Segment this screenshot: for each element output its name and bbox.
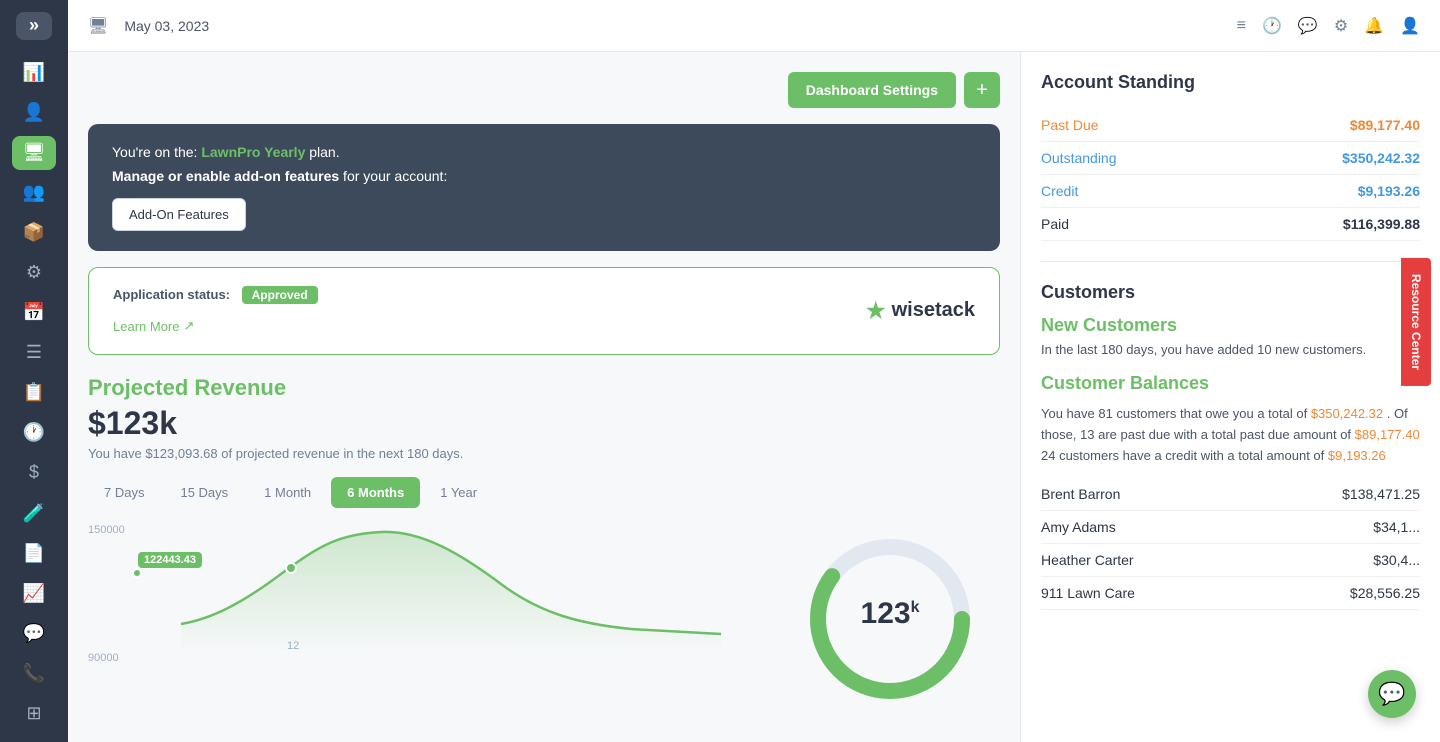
status-card: Application status: Approved Learn More … — [88, 267, 1000, 355]
chart-y-labels: 150000 90000 — [88, 524, 125, 664]
user-icon[interactable]: 👤 — [1400, 16, 1420, 36]
sidebar-item-dashboard[interactable]: 🖥 — [12, 136, 56, 170]
revenue-title: Projected Revenue — [88, 375, 1000, 401]
clock-icon[interactable]: 🕐 — [1262, 16, 1282, 36]
balance-credit: $9,193.26 — [1328, 448, 1386, 463]
section-divider-1 — [1041, 261, 1420, 262]
new-customers-title: New Customers — [1041, 315, 1420, 336]
topbar-date: May 03, 2023 — [124, 18, 209, 34]
sidebar-item-chart[interactable]: 📈 — [12, 576, 56, 610]
plan-text: You're on the: LawnPro Yearly plan. — [112, 144, 976, 160]
left-panel: Dashboard Settings + You're on the: Lawn… — [68, 52, 1020, 742]
gear-icon[interactable]: ⚙ — [1334, 16, 1348, 36]
balance-total: $350,242.32 — [1311, 406, 1383, 421]
balance-past-due: $89,177.40 — [1355, 427, 1420, 442]
main-wrapper: 🖥 May 03, 2023 ≡ 🕐 💬 ⚙ 🔔 👤 Dashboard Set… — [68, 0, 1440, 742]
donut-center-text: 123k — [861, 597, 920, 631]
manage-text: Manage or enable add-on features for you… — [112, 168, 976, 184]
sidebar-item-flask[interactable]: 🧪 — [12, 496, 56, 530]
credit-label: Credit — [1041, 183, 1078, 199]
sidebar-item-settings[interactable]: ⚙ — [12, 256, 56, 290]
tab-6months[interactable]: 6 Months — [331, 477, 420, 508]
sidebar-item-grid[interactable]: ⊞ — [12, 696, 56, 730]
account-row-paid: Paid $116,399.88 — [1041, 208, 1420, 241]
sidebar-item-messages[interactable]: 💬 — [12, 616, 56, 650]
addon-features-button[interactable]: Add-On Features — [112, 198, 246, 231]
sidebar-logo[interactable]: » — [16, 12, 52, 40]
status-badge: Approved — [242, 286, 318, 304]
new-customers-desc: In the last 180 days, you have added 10 … — [1041, 342, 1420, 357]
time-tabs: 7 Days 15 Days 1 Month 6 Months 1 Year — [88, 477, 1000, 508]
notification-icon[interactable]: 🔔 — [1364, 16, 1384, 36]
credit-value: $9,193.26 — [1358, 183, 1420, 199]
sidebar: » 📊 👤 🖥 👥 📦 ⚙ 📅 ☰ 📋 🕐 $ 🧪 📄 📈 💬 📞 ⊞ — [0, 0, 68, 742]
wisetack-logo: ★ wisetack — [866, 298, 975, 324]
paid-label: Paid — [1041, 216, 1069, 232]
customer-balances-title: Customer Balances — [1041, 373, 1420, 394]
dashboard-header: Dashboard Settings + — [88, 72, 1000, 108]
sidebar-item-history[interactable]: 🕐 — [12, 416, 56, 450]
chat-fab-icon: 💬 — [1378, 681, 1405, 707]
tab-15days[interactable]: 15 Days — [164, 477, 244, 508]
sidebar-item-analytics[interactable]: 📊 — [12, 56, 56, 90]
chart-left: 150000 90000 122443.43 — [88, 524, 764, 684]
sidebar-item-team[interactable]: 👥 — [12, 176, 56, 210]
topbar-icons: ≡ 🕐 💬 ⚙ 🔔 👤 — [1237, 16, 1420, 36]
svg-text:12: 12 — [287, 640, 299, 652]
chat-fab[interactable]: 💬 — [1368, 670, 1416, 718]
account-standing-rows: Past Due $89,177.40 Outstanding $350,242… — [1041, 109, 1420, 241]
sidebar-item-report[interactable]: 📄 — [12, 536, 56, 570]
sidebar-item-clipboard[interactable]: 📋 — [12, 376, 56, 410]
sidebar-item-phone[interactable]: 📞 — [12, 656, 56, 690]
status-label: Application status: Approved — [113, 286, 318, 304]
revenue-amount: $123k — [88, 405, 1000, 442]
customer-row-2: Amy Adams $34,1... — [1041, 511, 1420, 544]
outstanding-value: $350,242.32 — [1342, 150, 1420, 166]
sidebar-item-list[interactable]: ☰ — [12, 336, 56, 370]
donut-chart: 123k — [780, 524, 1000, 704]
tab-7days[interactable]: 7 Days — [88, 477, 160, 508]
status-left: Application status: Approved Learn More … — [113, 286, 318, 336]
account-row-credit: Credit $9,193.26 — [1041, 175, 1420, 208]
revenue-desc: You have $123,093.68 of projected revenu… — [88, 446, 1000, 461]
account-standing-title: Account Standing — [1041, 72, 1420, 93]
account-row-outstanding: Outstanding $350,242.32 — [1041, 142, 1420, 175]
sidebar-item-users[interactable]: 👤 — [12, 96, 56, 130]
sidebar-item-dollar[interactable]: $ — [12, 456, 56, 490]
customer-row-3: Heather Carter $30,4... — [1041, 544, 1420, 577]
customers-title: Customers — [1041, 282, 1420, 303]
sidebar-item-products[interactable]: 📦 — [12, 216, 56, 250]
past-due-value: $89,177.40 — [1350, 117, 1420, 133]
list-icon[interactable]: ≡ — [1237, 17, 1246, 35]
learn-more-link[interactable]: Learn More ↗ — [113, 318, 194, 334]
balance-desc: You have 81 customers that owe you a tot… — [1041, 404, 1420, 466]
sidebar-item-calendar[interactable]: 📅 — [12, 296, 56, 330]
revenue-section: Projected Revenue $123k You have $123,09… — [88, 375, 1000, 714]
revenue-chart: 12 — [138, 524, 764, 654]
customer-row-4: 911 Lawn Care $28,556.25 — [1041, 577, 1420, 610]
topbar: 🖥 May 03, 2023 ≡ 🕐 💬 ⚙ 🔔 👤 — [68, 0, 1440, 52]
plan-banner: You're on the: LawnPro Yearly plan. Mana… — [88, 124, 1000, 251]
chat-icon[interactable]: 💬 — [1298, 16, 1318, 36]
resource-center-tab[interactable]: Resource Center — [1401, 258, 1431, 386]
paid-value: $116,399.88 — [1343, 216, 1420, 232]
monitor-icon: 🖥 — [88, 16, 108, 36]
outstanding-label: Outstanding — [1041, 150, 1117, 166]
external-link-icon: ↗ — [183, 318, 194, 334]
tab-1year[interactable]: 1 Year — [424, 477, 493, 508]
tab-1month[interactable]: 1 Month — [248, 477, 327, 508]
customer-row-1: Brent Barron $138,471.25 — [1041, 478, 1420, 511]
account-row-past-due: Past Due $89,177.40 — [1041, 109, 1420, 142]
add-widget-button[interactable]: + — [964, 72, 1000, 108]
content-area: Dashboard Settings + You're on the: Lawn… — [68, 52, 1440, 742]
chart-container: 150000 90000 122443.43 — [88, 524, 1000, 704]
right-panel: Account Standing Past Due $89,177.40 Out… — [1020, 52, 1440, 742]
past-due-label: Past Due — [1041, 117, 1099, 133]
dashboard-settings-button[interactable]: Dashboard Settings — [788, 72, 956, 108]
plan-name: LawnPro Yearly — [201, 144, 305, 160]
